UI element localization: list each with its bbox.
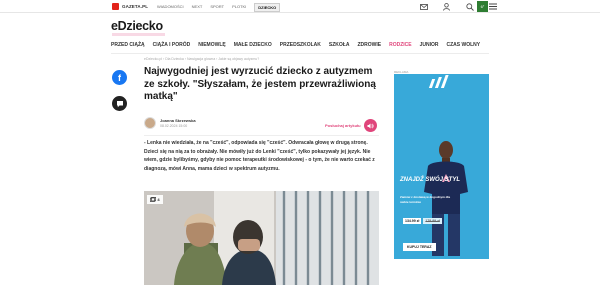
ad-cta-button[interactable]: KUPUJ TERAZ <box>403 243 436 251</box>
publish-date: 08.02.2024 15:00 <box>160 124 188 128</box>
portal-topbar: GAZETA.PL WIADOMOŚCI NEXT SPORT PLOTKI D… <box>0 0 600 13</box>
portal-nav: WIADOMOŚCI NEXT SPORT PLOTKI DZIECKO <box>157 3 281 12</box>
main-nav-item[interactable]: CZAS WOLNY <box>446 42 480 49</box>
article-photo[interactable] <box>144 191 379 285</box>
ad-price-old: 179.99 zł <box>423 218 442 224</box>
portal-logo-text: GAZETA.PL <box>122 4 149 9</box>
brand-underline <box>112 33 165 36</box>
comment-icon <box>116 100 123 107</box>
main-nav-item[interactable]: PRZED CIĄŻĄ <box>111 42 145 49</box>
listen-article[interactable]: Posłuchaj artykułu <box>325 119 377 132</box>
main-nav-item[interactable]: PRZEDSZKOLAK <box>280 42 321 49</box>
author-name[interactable]: Joanna Skrzewska <box>160 118 196 123</box>
menu-icon[interactable] <box>488 2 497 11</box>
ad-headline: ZNAJDŹ SWÓJ STYL <box>400 177 461 183</box>
main-nav-item[interactable]: MAŁE DZIECKO <box>234 42 272 49</box>
ad-model-image <box>394 74 489 259</box>
article-title: Najwygodniej jest wyrzucić dziecko z aut… <box>144 66 376 102</box>
speaker-icon <box>367 123 374 128</box>
weather-widget[interactable]: 6° <box>477 1 488 12</box>
ad-price-new: 134.99 zł <box>403 218 422 224</box>
main-nav-item[interactable]: JUNIOR <box>420 42 439 49</box>
user-icon[interactable] <box>442 2 451 11</box>
author-avatar[interactable] <box>144 117 156 129</box>
article-photo-illustration <box>144 191 379 285</box>
nav-divider <box>111 53 489 54</box>
gallery-icon <box>150 197 157 202</box>
article-lead: - Lenka nie wiedziała, że na "cześć", od… <box>144 140 375 172</box>
search-icon[interactable] <box>465 2 474 11</box>
facebook-share-button[interactable]: f <box>112 70 127 85</box>
ad-banner[interactable]: ZNAJDŹ SWÓJ STYL Zamów z dostawą w dogod… <box>394 74 489 259</box>
portal-logo[interactable]: GAZETA.PL <box>112 3 148 10</box>
breadcrumb[interactable]: eDziecko.pl › Dla Dziecka › Nawigacja gl… <box>144 57 259 61</box>
main-nav: PRZED CIĄŻĄ CIĄŻA I PORÓD NIEMOWLĘ MAŁE … <box>111 42 480 49</box>
ad-prices: 134.99 zł 179.99 zł <box>403 218 442 224</box>
article-divider <box>144 135 379 136</box>
main-nav-item-highlight[interactable]: RODZICE <box>389 42 412 49</box>
portal-nav-item[interactable]: PLOTKI <box>232 3 246 12</box>
site-logo[interactable]: eDziecko <box>111 19 163 33</box>
facebook-icon: f <box>118 72 121 83</box>
portal-nav-item-active[interactable]: DZIECKO <box>254 3 281 12</box>
listen-label[interactable]: Posłuchaj artykułu <box>325 123 361 128</box>
main-nav-item[interactable]: NIEMOWLĘ <box>198 42 226 49</box>
portal-nav-item[interactable]: WIADOMOŚCI <box>157 3 184 12</box>
portal-nav-item[interactable]: NEXT <box>192 3 203 12</box>
photo-gallery-badge[interactable]: 4 <box>147 195 163 204</box>
photo-count: 4 <box>157 197 160 202</box>
main-nav-item[interactable]: SZKOŁA <box>329 42 350 49</box>
listen-button[interactable] <box>363 119 377 132</box>
author-block: Joanna Skrzewska 08.02.2024 15:00 <box>144 117 196 129</box>
main-nav-item[interactable]: ZDROWIE <box>357 42 381 49</box>
portal-logo-icon <box>112 3 119 10</box>
main-nav-item[interactable]: CIĄŻA I PORÓD <box>153 42 191 49</box>
mail-icon[interactable] <box>419 2 428 11</box>
ad-subline: Zamów z dostawą w dogodnym dla siebie te… <box>400 195 451 204</box>
portal-nav-item[interactable]: SPORT <box>210 3 224 12</box>
comments-button[interactable] <box>112 96 127 111</box>
